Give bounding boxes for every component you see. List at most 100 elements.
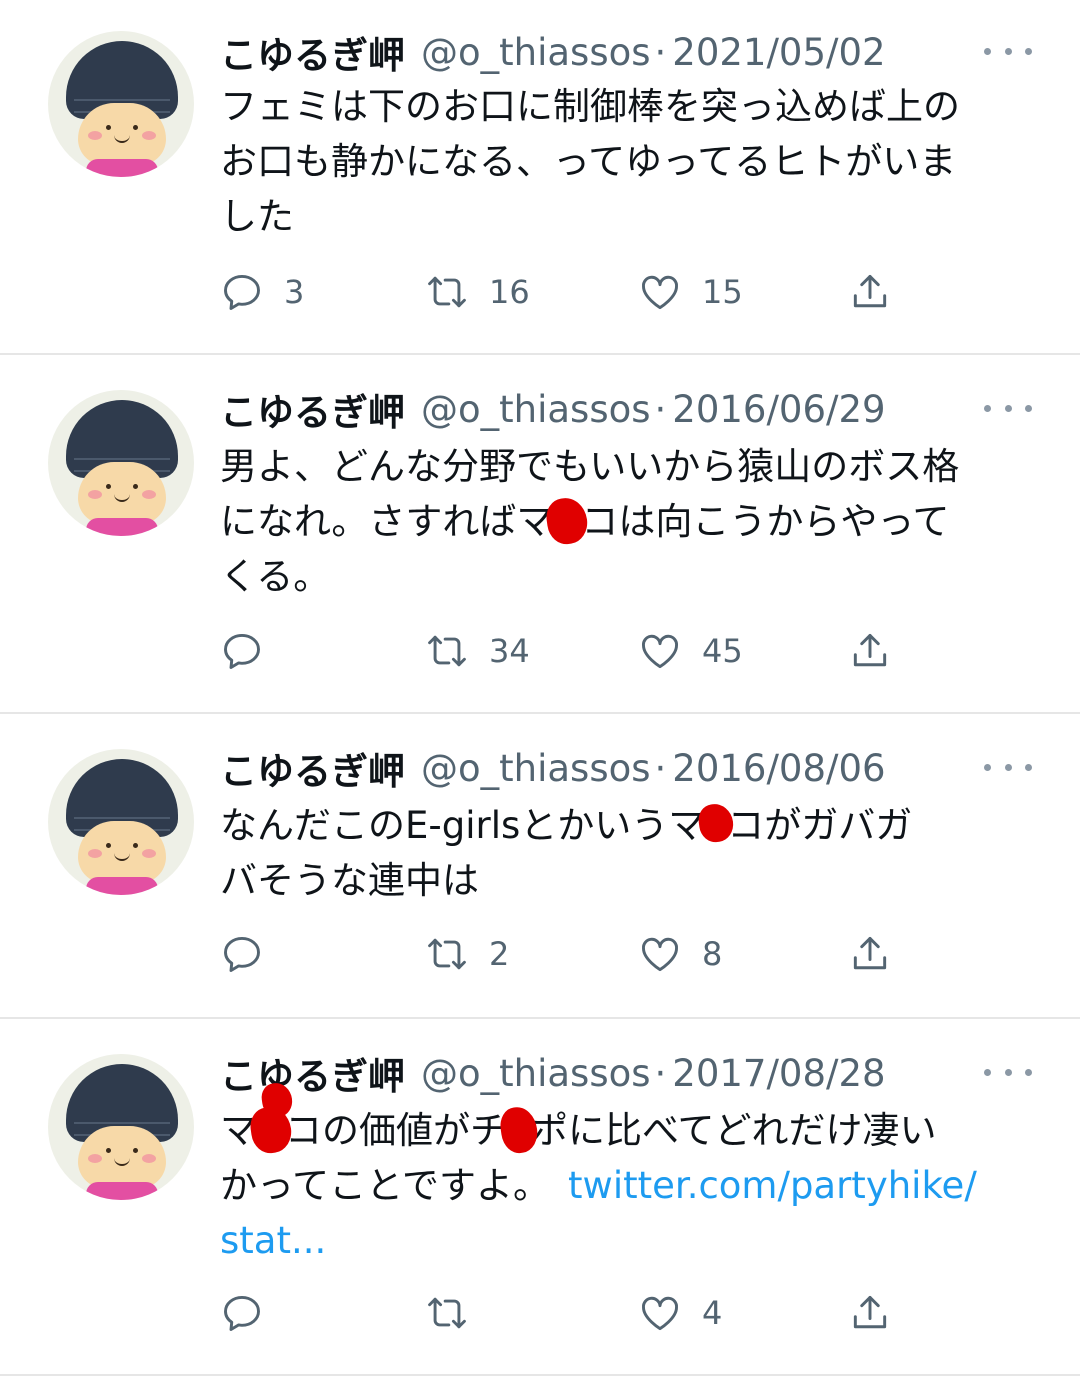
avatar[interactable] xyxy=(48,31,194,177)
tweet-link[interactable]: twitter.com/partyhike/ xyxy=(568,1164,977,1207)
like-count: 45 xyxy=(702,632,743,670)
retweet-count: 16 xyxy=(489,273,530,311)
reply-icon xyxy=(224,633,260,669)
tweet-header: こゆるぎ岬 @o_thiassos · 2016/06/29 xyxy=(220,379,886,439)
text-line: お口も静かになる、ってゆってるヒトがいま xyxy=(220,140,957,183)
text-segment: コは向こうからやって xyxy=(581,500,950,543)
retweet-count: 2 xyxy=(489,935,510,973)
tweet-4[interactable]: こゆるぎ岬 @o_thiassos · 2017/08/28 マコの価値がチ ポに… xyxy=(0,1019,1080,1377)
tweet-date[interactable]: 2021/05/02 xyxy=(672,31,885,74)
more-icon[interactable] xyxy=(984,36,1032,66)
retweet-button[interactable]: 16 xyxy=(425,262,530,322)
retweet-icon xyxy=(428,1297,466,1329)
separator: · xyxy=(654,1051,667,1095)
text-line: くる。 xyxy=(220,555,331,598)
like-count: 8 xyxy=(702,935,723,973)
share-icon xyxy=(853,1295,887,1329)
like-button[interactable]: 45 xyxy=(638,621,743,681)
tweet-1[interactable]: こゆるぎ岬 @o_thiassos · 2021/05/02 フェミは下のお口に… xyxy=(0,0,1080,355)
text-segment: コの価値がチ xyxy=(285,1109,507,1152)
like-icon xyxy=(642,1296,678,1331)
tweet-date[interactable]: 2017/08/28 xyxy=(672,1052,885,1095)
display-name[interactable]: こゆるぎ岬 xyxy=(220,25,405,79)
like-icon xyxy=(642,937,678,972)
separator: · xyxy=(654,30,667,74)
text-segment: かってことですよ。 xyxy=(220,1164,551,1207)
tweet-header: こゆるぎ岬 @o_thiassos · 2016/08/06 xyxy=(220,738,886,798)
tweet-actions: 2 8 xyxy=(220,924,920,984)
tweet-text: なんだこのE-girlsとかいうマ コがガバガ バそうな連中は xyxy=(220,798,1040,908)
text-segment: ポに比べてどれだけ凄い xyxy=(531,1109,937,1152)
tweet-actions: 3 16 15 xyxy=(220,262,920,322)
tweet-link-continuation[interactable]: stat... xyxy=(220,1219,326,1262)
reply-icon xyxy=(224,936,260,972)
share-button[interactable] xyxy=(848,924,892,984)
tweet-actions: 34 45 xyxy=(220,621,920,681)
text-line: バそうな連中は xyxy=(220,859,479,902)
reply-button[interactable] xyxy=(220,621,284,681)
text-line: なんだこのE-girlsとかいうマ コがガバガ xyxy=(220,798,1040,853)
like-button[interactable]: 4 xyxy=(638,1283,722,1343)
more-icon[interactable] xyxy=(984,752,1032,782)
separator: · xyxy=(654,387,667,431)
text-line: 男よ、どんな分野でもいいから猿山のボス格 xyxy=(220,445,960,488)
tweet-text: マコの価値がチ ポに比べてどれだけ凄い かってことですよ。 twitter.com/… xyxy=(220,1103,1040,1268)
text-line: になれ。さすればマ コは向こうからやって xyxy=(220,494,1040,549)
user-handle[interactable]: @o_thiassos xyxy=(421,1052,651,1095)
user-handle[interactable]: @o_thiassos xyxy=(421,388,651,431)
share-icon xyxy=(853,936,887,970)
retweet-button[interactable] xyxy=(425,1283,489,1343)
reply-button[interactable] xyxy=(220,924,284,984)
retweet-icon xyxy=(428,276,466,308)
text-line: マコの価値がチ ポに比べてどれだけ凄い xyxy=(220,1103,1040,1158)
reply-count: 3 xyxy=(284,273,305,311)
text-segment: コがガバガ xyxy=(727,804,913,847)
like-icon xyxy=(642,275,678,310)
user-handle[interactable]: @o_thiassos xyxy=(421,747,651,790)
like-icon xyxy=(642,634,678,669)
display-name[interactable]: こゆるぎ岬 xyxy=(220,741,405,795)
like-count: 15 xyxy=(702,273,743,311)
tweet-3[interactable]: こゆるぎ岬 @o_thiassos · 2016/08/06 なんだこのE-gi… xyxy=(0,714,1080,1018)
like-button[interactable]: 15 xyxy=(638,262,743,322)
retweet-button[interactable]: 2 xyxy=(425,924,509,984)
more-icon[interactable] xyxy=(984,1057,1032,1087)
like-count: 4 xyxy=(702,1294,723,1332)
share-button[interactable] xyxy=(848,1283,892,1343)
text-line: かってことですよ。 twitter.com/partyhike/ xyxy=(220,1158,1040,1213)
avatar[interactable] xyxy=(48,1054,194,1200)
tweet-2[interactable]: こゆるぎ岬 @o_thiassos · 2016/06/29 男よ、どんな分野で… xyxy=(0,355,1080,713)
tweet-date[interactable]: 2016/08/06 xyxy=(672,747,885,790)
separator: · xyxy=(654,746,667,790)
retweet-icon xyxy=(428,938,466,970)
user-handle[interactable]: @o_thiassos xyxy=(421,31,651,74)
display-name[interactable]: こゆるぎ岬 xyxy=(220,1046,405,1100)
text-line: した xyxy=(220,195,294,238)
tweet-text: フェミは下のお口に制御棒を突っ込めば上の お口も静かになる、ってゆってるヒトがい… xyxy=(220,79,1040,244)
tweet-text: 男よ、どんな分野でもいいから猿山のボス格 になれ。さすればマ コは向こうからやって… xyxy=(220,439,1040,604)
like-button[interactable]: 8 xyxy=(638,924,722,984)
retweet-count: 34 xyxy=(489,632,530,670)
share-button[interactable] xyxy=(848,621,892,681)
tweet-divider xyxy=(0,1374,1080,1376)
retweet-button[interactable]: 34 xyxy=(425,621,530,681)
avatar[interactable] xyxy=(48,749,194,895)
reply-button[interactable] xyxy=(220,1283,284,1343)
share-icon xyxy=(853,274,887,308)
text-segment: なんだこのE-girlsとかいうマ xyxy=(220,804,706,847)
tweet-header: こゆるぎ岬 @o_thiassos · 2017/08/28 xyxy=(220,1043,886,1103)
tweet-actions: 4 xyxy=(220,1283,920,1343)
share-button[interactable] xyxy=(848,262,892,322)
retweet-icon xyxy=(428,635,466,667)
text-line: フェミは下のお口に制御棒を突っ込めば上の xyxy=(220,85,960,128)
avatar[interactable] xyxy=(48,390,194,536)
share-icon xyxy=(853,633,887,667)
text-line: stat... xyxy=(220,1213,1040,1268)
reply-icon xyxy=(224,274,260,310)
reply-button[interactable]: 3 xyxy=(220,262,304,322)
tweet-date[interactable]: 2016/06/29 xyxy=(672,388,885,431)
reply-icon xyxy=(224,1295,260,1331)
more-icon[interactable] xyxy=(984,393,1032,423)
display-name[interactable]: こゆるぎ岬 xyxy=(220,382,405,436)
text-segment: になれ。さすればマ xyxy=(220,500,554,543)
